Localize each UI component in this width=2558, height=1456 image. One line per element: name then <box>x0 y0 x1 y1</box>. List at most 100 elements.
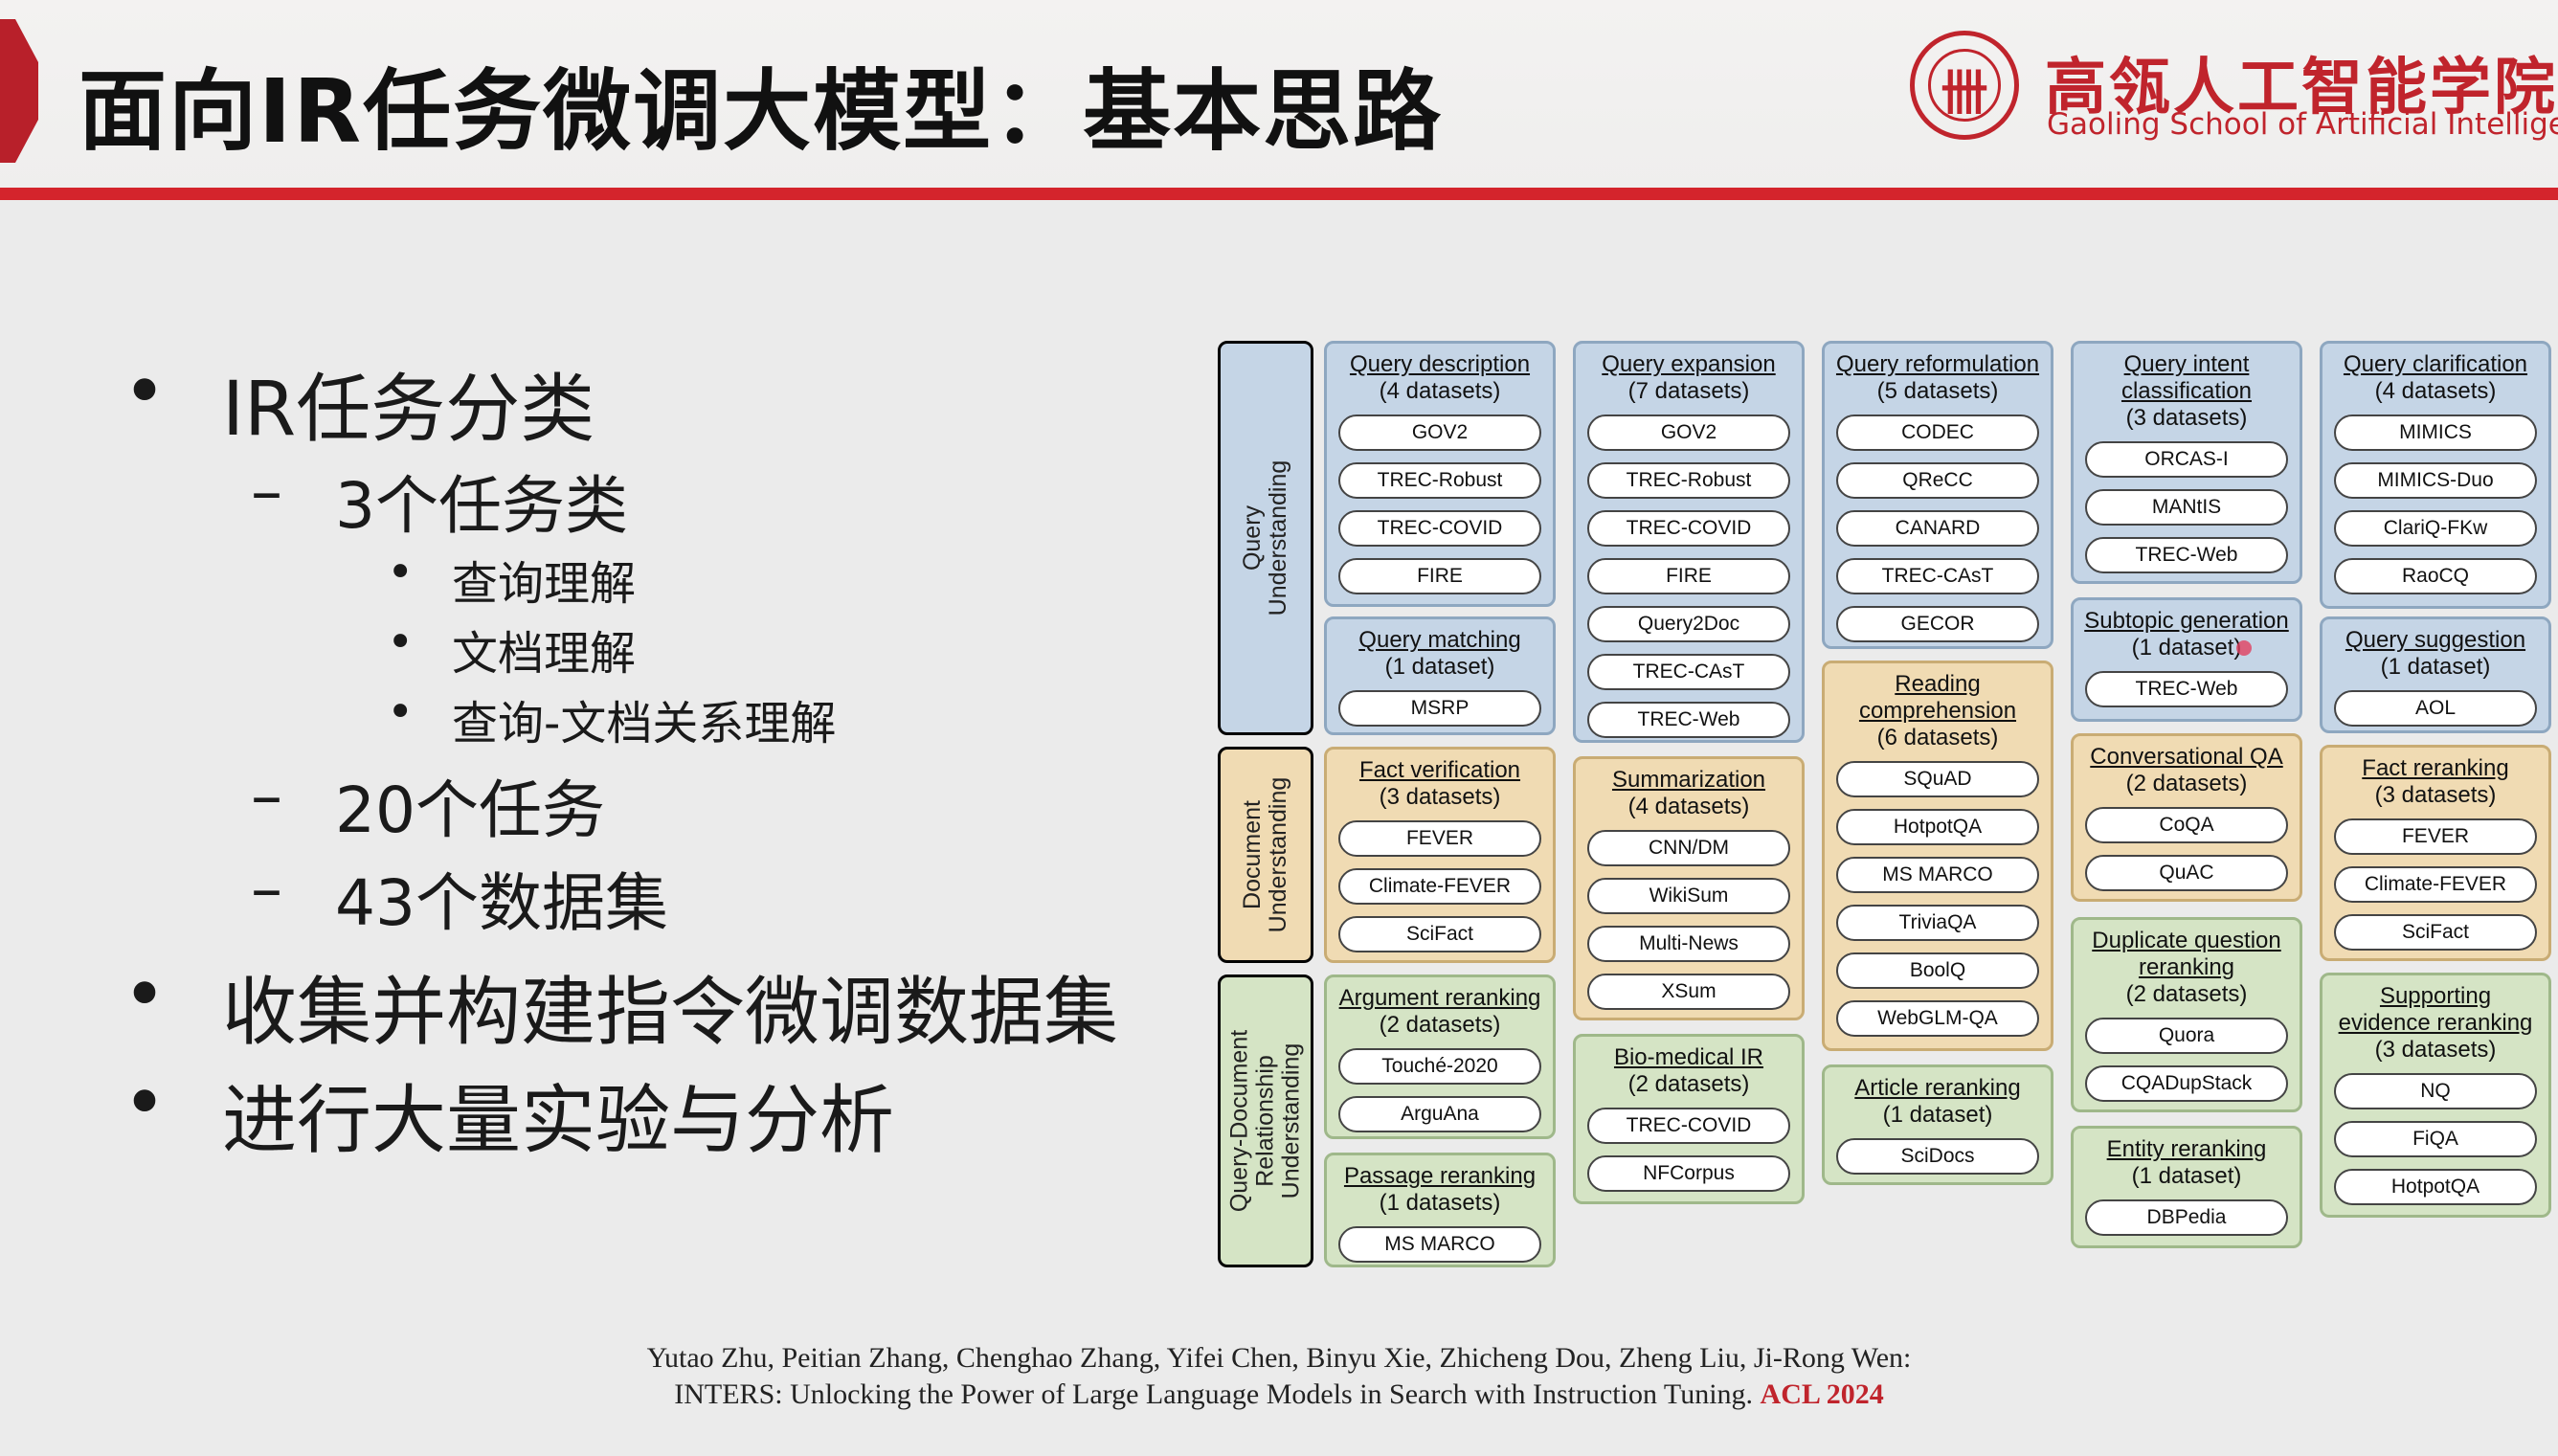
slide-title: 面向IR任务微调大模型：基本思路 <box>79 60 1444 163</box>
dataset-pill: Query2Doc <box>1587 606 1790 642</box>
citation-paper-title: INTERS: Unlocking the Power of Large Lan… <box>674 1378 1761 1410</box>
task-box-factrr: Fact reranking (3 datasets) FEVER Climate-F… <box>2320 745 2551 961</box>
task-title-line: Bio-medical IR <box>1613 1044 1764 1070</box>
citation-venue: ACL 2024 <box>1760 1378 1884 1410</box>
task-title: Summarization (4 datasets) <box>1576 767 1802 820</box>
dataset-pill: Quora <box>2085 1018 2288 1054</box>
task-box-factver: Fact verification (3 datasets) FEVER Climat… <box>1324 747 1556 963</box>
task-title: Query reformulation (5 datasets) <box>1825 351 2051 405</box>
dataset-pill: TREC-COVID <box>1338 510 1541 547</box>
task-dataset-count: (4 datasets) <box>1379 378 1501 404</box>
task-box-subtopic: Subtopic generation (1 dataset) TREC-Web <box>2071 597 2302 722</box>
dataset-pill: MANtIS <box>2085 489 2288 526</box>
dataset-pill: SQuAD <box>1836 761 2039 797</box>
task-box-artrr: Article reranking (1 dataset) SciDocs <box>1822 1064 2053 1185</box>
dataset-pill: TREC-CAsT <box>1587 654 1790 690</box>
category-label-line: Understanding <box>1265 459 1291 616</box>
task-title-line: Query expansion <box>1602 351 1776 377</box>
task-box-passrr: Passage reranking (1 datasets) MS MARCO <box>1324 1153 1556 1267</box>
dataset-pill: FIRE <box>1587 558 1790 594</box>
dataset-pill: TREC-COVID <box>1587 1108 1790 1144</box>
dataset-pill: TriviaQA <box>1836 905 2039 941</box>
bullet-marker: • <box>123 952 168 1039</box>
task-title-line: Passage reranking <box>1343 1163 1537 1189</box>
task-dataset-count: (2 datasets) <box>1627 1071 1750 1097</box>
task-title-line: Query suggestion <box>2345 627 2526 653</box>
dataset-pill: AOL <box>2334 690 2537 727</box>
task-title-line: Reading <box>1895 671 1981 697</box>
task-title-line: comprehension <box>1858 698 2017 724</box>
dataset-pill: MS MARCO <box>1836 857 2039 893</box>
task-title: Bio-medical IR (2 datasets) <box>1576 1044 1802 1098</box>
task-dataset-count: (3 datasets) <box>1379 784 1501 810</box>
dataset-pill: BoolQ <box>1836 952 2039 989</box>
dataset-pill: MIMICS-Duo <box>2334 462 2537 499</box>
task-box-summ: Summarization (4 datasets) CNN/DM WikiSum Mu… <box>1573 756 1805 1020</box>
dataset-pill: CQADupStack <box>2085 1065 2288 1102</box>
task-title-line: Query intent <box>2123 351 2250 377</box>
task-title: Fact verification (3 datasets) <box>1327 757 1553 811</box>
task-title: Article reranking (1 dataset) <box>1825 1075 2051 1129</box>
task-title-line: Fact reranking <box>2362 755 2509 781</box>
category-label: Query Understanding <box>1239 459 1291 616</box>
bullet-text-level-3: 查询-文档关系理解 <box>452 697 837 750</box>
dataset-pill: TREC-Web <box>2085 537 2288 573</box>
task-title-line: Entity reranking <box>2106 1136 2267 1162</box>
task-box-argrr: Argument reranking (2 datasets) Touché-202… <box>1324 974 1556 1139</box>
task-title: Query matching (1 dataset) <box>1327 627 1553 681</box>
category-label-line: Document <box>1239 800 1266 909</box>
dataset-pill: Touché-2020 <box>1338 1048 1541 1085</box>
dataset-pill: RaoCQ <box>2334 558 2537 594</box>
task-title-line: Query reformulation <box>1835 351 2040 377</box>
task-title-line: Argument reranking <box>1338 985 1541 1011</box>
dataset-pill: CANARD <box>1836 510 2039 547</box>
dataset-pill: FIRE <box>1338 558 1541 594</box>
task-box-suprr: Supporting evidence reranking (3 datasets)… <box>2320 973 2551 1218</box>
bullet-marker: • <box>123 1061 168 1147</box>
dataset-pill: GOV2 <box>1587 414 1790 451</box>
dataset-pill: SciFact <box>2334 914 2537 951</box>
dataset-pill: HotpotQA <box>2334 1169 2537 1205</box>
task-title-line: Subtopic generation <box>2084 608 2289 634</box>
bullet-text-level-2: 20个任务 <box>335 773 605 847</box>
bullet-text-level-1: IR任务分类 <box>222 367 595 453</box>
dataset-pill: GECOR <box>1836 606 2039 642</box>
dataset-pill: ArguAna <box>1338 1096 1541 1132</box>
school-logo-english: Gaoling School of Artificial Intelligenc… <box>2047 107 2558 142</box>
seal-glyph: 卌 <box>1941 65 1988 121</box>
bullet-text-level-2: 43个数据集 <box>335 866 668 940</box>
task-dataset-count: (1 datasets) <box>1379 1190 1501 1216</box>
task-title-line: Fact verification <box>1358 757 1521 783</box>
task-title: Query clarification (4 datasets) <box>2322 351 2548 405</box>
left-seal-decoration <box>0 19 38 163</box>
bullet-marker: • <box>387 546 415 599</box>
university-seal-icon: 卌 <box>1910 31 2019 140</box>
task-box-qexp: Query expansion (7 datasets) GOV2 TREC-Robu… <box>1573 341 1805 743</box>
task-box-biomed: Bio-medical IR (2 datasets) TREC-COVID NFCo… <box>1573 1034 1805 1204</box>
task-title-line: Query description <box>1349 351 1531 377</box>
bullet-marker: • <box>123 349 168 436</box>
category-label-line: Query-Document <box>1225 1029 1253 1213</box>
task-box-reading: Reading comprehension (6 datasets) SQuAD Hot… <box>1822 661 2053 1051</box>
dataset-pill: TREC-Web <box>2085 671 2288 707</box>
task-dataset-count: (1 dataset) <box>1882 1102 1993 1128</box>
task-dataset-count: (3 datasets) <box>2125 405 2248 431</box>
task-dataset-count: (1 dataset) <box>1384 654 1495 680</box>
dataset-pill: MS MARCO <box>1338 1226 1541 1263</box>
task-title: Query suggestion (1 dataset) <box>2322 627 2548 681</box>
category-label-line: Understanding <box>1265 776 1291 933</box>
task-title-line: Summarization <box>1611 767 1766 793</box>
dataset-pill: FEVER <box>2334 818 2537 855</box>
task-box-entrr: Entity reranking (1 dataset) DBPedia <box>2071 1126 2302 1248</box>
dataset-pill: ClariQ-FKw <box>2334 510 2537 547</box>
task-title-line: reranking <box>2138 954 2235 980</box>
task-dataset-count: (1 dataset) <box>2380 654 2491 680</box>
task-dataset-count: (4 datasets) <box>1627 794 1750 819</box>
category-d: Document Understanding <box>1218 747 1313 963</box>
dataset-pill: SciDocs <box>1836 1138 2039 1175</box>
citation-paper: INTERS: Unlocking the Power of Large Lan… <box>0 1378 2558 1411</box>
task-box-qclar: Query clarification (4 datasets) MIMICS MIM… <box>2320 341 2551 609</box>
task-title: Conversational QA (2 datasets) <box>2074 744 2300 797</box>
category-label: Document Understanding <box>1239 776 1291 933</box>
dataset-pill: NQ <box>2334 1073 2537 1109</box>
